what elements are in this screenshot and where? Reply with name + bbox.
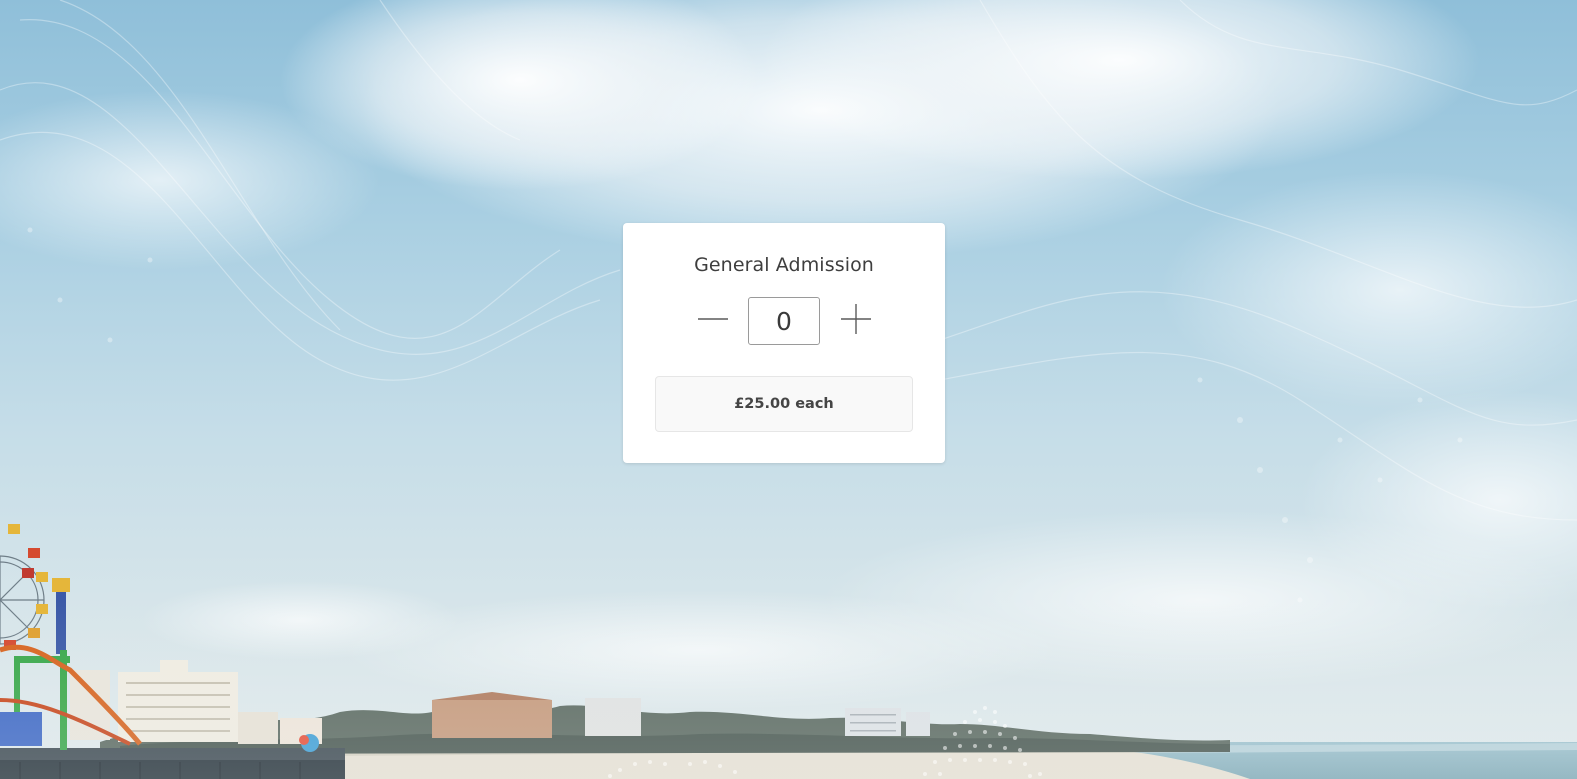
ticket-title: General Admission	[694, 254, 874, 276]
plus-icon	[841, 304, 871, 334]
price-label: £25.00 each	[655, 376, 913, 432]
decrement-button[interactable]	[695, 301, 731, 337]
quantity-input[interactable]	[748, 297, 820, 345]
increment-button[interactable]	[838, 301, 874, 337]
ticket-card: General Admission £25.00 each	[623, 223, 945, 463]
quantity-stepper	[623, 297, 945, 345]
minus-icon	[698, 318, 728, 320]
